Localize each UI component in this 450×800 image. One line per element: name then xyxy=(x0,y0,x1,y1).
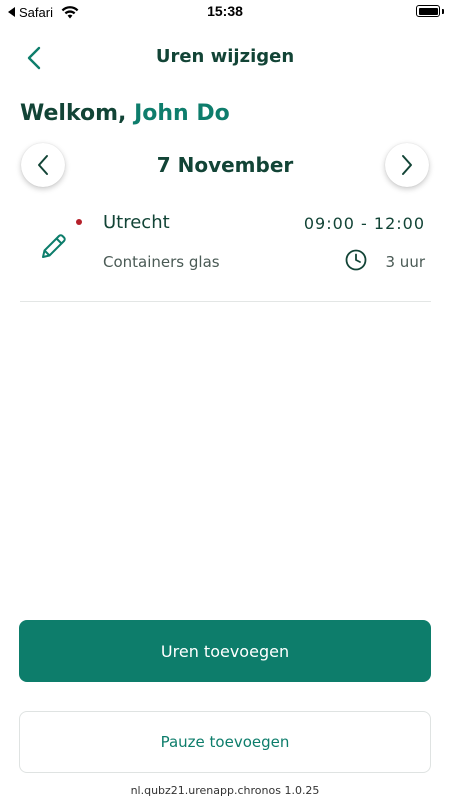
entry-location: Utrecht xyxy=(103,212,170,233)
battery-icon xyxy=(416,5,440,17)
status-time: 15:38 xyxy=(207,3,243,19)
app-screen: Safari 15:38 Uren wijzigen Welkom, John … xyxy=(0,0,450,800)
app-version: nl.qubz21.urenapp.chronos 1.0.25 xyxy=(130,784,320,797)
clock-icon xyxy=(345,249,367,271)
add-hours-button[interactable]: Uren toevoegen xyxy=(19,620,431,682)
next-day-button[interactable] xyxy=(385,143,429,187)
entry-duration: 3 uur xyxy=(385,253,426,271)
entry-time-range: 09:00 - 12:00 xyxy=(303,214,425,233)
status-bar: Safari 15:38 xyxy=(0,0,450,24)
entry-project: Containers glas xyxy=(103,253,220,271)
current-date: 7 November xyxy=(156,153,294,177)
add-break-button[interactable]: Pauze toevoegen xyxy=(19,711,431,773)
pencil-icon[interactable] xyxy=(38,230,70,262)
chevron-right-icon xyxy=(402,155,412,175)
entry-divider xyxy=(20,301,431,302)
welcome-greeting: Welkom, xyxy=(20,101,127,126)
welcome-heading: Welkom, John Do xyxy=(20,101,230,126)
page-title: Uren wijzigen xyxy=(155,46,295,67)
battery-fill xyxy=(418,7,438,15)
user-name: John Do xyxy=(134,101,230,126)
time-entry[interactable]: Utrecht 09:00 - 12:00 Containers glas 3 … xyxy=(20,206,431,302)
status-indicator-dot xyxy=(76,219,82,225)
date-navigation: 7 November xyxy=(0,143,450,187)
navigation-header: Uren wijzigen xyxy=(0,40,450,76)
battery-nub xyxy=(442,9,444,14)
